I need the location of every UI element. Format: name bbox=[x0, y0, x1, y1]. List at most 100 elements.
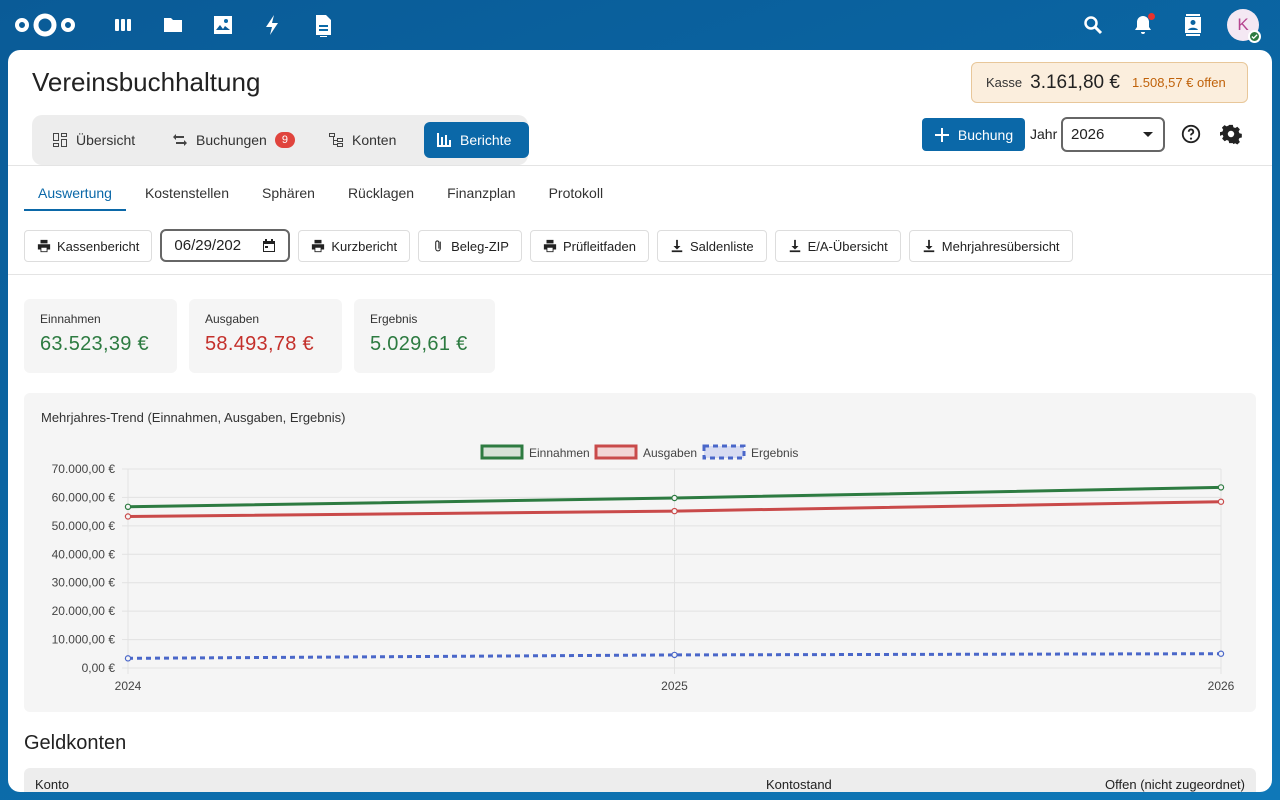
income-value: 63.523,39 € bbox=[40, 333, 149, 355]
report-toolbar: Kassenbericht 06/29/202 Kurzbericht Bele… bbox=[24, 229, 1081, 262]
x-tick-label: 2026 bbox=[1208, 679, 1235, 693]
audit-guide-button[interactable]: Prüfleitfaden bbox=[529, 230, 649, 262]
avatar-initial: K bbox=[1237, 15, 1249, 34]
legend-label-einnahmen: Einnahmen bbox=[529, 446, 590, 460]
receipt-zip-button[interactable]: Beleg-ZIP bbox=[418, 230, 522, 262]
settings-gear-icon[interactable] bbox=[1220, 123, 1242, 145]
header-divider bbox=[8, 165, 1272, 166]
tab-buchungen[interactable]: Buchungen 9 bbox=[160, 122, 307, 158]
money-accounts-table-header: Konto Kontostand Offen (nicht zugeordnet… bbox=[24, 768, 1256, 792]
short-report-button[interactable]: Kurzbericht bbox=[298, 230, 411, 262]
subtab-protokoll[interactable]: Protokoll bbox=[535, 174, 617, 211]
column-header-account[interactable]: Konto bbox=[35, 777, 69, 792]
y-tick-label: 40.000,00 € bbox=[52, 547, 116, 561]
y-tick-label: 10.000,00 € bbox=[52, 633, 116, 647]
online-status-icon bbox=[1248, 30, 1261, 43]
column-header-balance[interactable]: Kontostand bbox=[766, 777, 832, 792]
x-tick-label: 2025 bbox=[661, 679, 688, 693]
notifications-bell-icon[interactable] bbox=[1131, 13, 1155, 37]
money-accounts-title: Geldkonten bbox=[24, 732, 127, 754]
tab-label: Konten bbox=[352, 132, 397, 148]
legend-label-ausgaben: Ausgaben bbox=[643, 446, 697, 460]
income-card: Einnahmen 63.523,39 € bbox=[24, 299, 177, 373]
paperclip-icon bbox=[435, 240, 441, 252]
swap-icon bbox=[173, 134, 187, 146]
multi-year-overview-label: Mehrjahresübersicht bbox=[941, 238, 1060, 254]
subtab-ruecklagen[interactable]: Rücklagen bbox=[334, 174, 428, 211]
result-card: Ergebnis 5.029,61 € bbox=[354, 299, 495, 373]
plus-icon bbox=[934, 127, 949, 142]
balance-list-label: Saldenliste bbox=[689, 238, 754, 254]
y-tick-label: 60.000,00 € bbox=[52, 490, 116, 504]
dashboard-icon[interactable] bbox=[111, 13, 135, 37]
y-tick-label: 70.000,00 € bbox=[52, 462, 116, 476]
subtab-sphaeren[interactable]: Sphären bbox=[248, 174, 329, 211]
main-panel: Vereinsbuchhaltung Kasse 3.161,80 € 1.50… bbox=[8, 50, 1272, 792]
top-bar: K bbox=[0, 0, 1280, 50]
subtab-finanzplan[interactable]: Finanzplan bbox=[433, 174, 530, 211]
tab-label: Übersicht bbox=[76, 132, 136, 148]
balance-list-button[interactable]: Saldenliste bbox=[656, 230, 767, 262]
notes-icon[interactable] bbox=[311, 13, 335, 38]
trend-line-chart: 0,00 € 10.000,00 € 20.000,00 € 30.000,00 € 4… bbox=[52, 444, 1235, 693]
nextcloud-logo-icon[interactable] bbox=[14, 12, 76, 38]
tab-uebersicht[interactable]: Übersicht bbox=[40, 122, 147, 158]
contacts-icon[interactable] bbox=[1181, 13, 1205, 37]
new-booking-button[interactable]: Buchung bbox=[922, 118, 1025, 151]
data-point-ausgaben bbox=[124, 513, 132, 520]
notification-dot bbox=[1148, 13, 1155, 20]
help-icon[interactable] bbox=[1180, 123, 1202, 145]
legend-label-ergebnis: Ergebnis bbox=[751, 446, 798, 460]
column-header-open[interactable]: Offen (nicht zugeordnet) bbox=[1105, 777, 1245, 792]
toolbar-divider bbox=[8, 274, 1272, 275]
expense-value: 58.493,78 € bbox=[205, 333, 314, 355]
income-label: Einnahmen bbox=[40, 312, 101, 326]
tab-konten[interactable]: Konten bbox=[316, 122, 408, 158]
cash-label: Kasse bbox=[986, 75, 1023, 90]
report-subtabs: Auswertung Kostenstellen Sphären Rücklag… bbox=[24, 174, 622, 211]
data-point-ergebnis bbox=[124, 655, 132, 662]
income-expense-overview-button[interactable]: E/A-Übersicht bbox=[774, 230, 901, 262]
multi-year-overview-button[interactable]: Mehrjahresübersicht bbox=[908, 230, 1073, 262]
cash-open-value: 1.508,57 € offen bbox=[1131, 75, 1226, 90]
photos-icon[interactable] bbox=[211, 13, 235, 37]
report-date-value: 06/29/202 bbox=[174, 237, 242, 254]
bar-chart-icon bbox=[437, 133, 451, 147]
data-point-ergebnis bbox=[1217, 650, 1225, 657]
cash-balance-box: Kasse 3.161,80 € 1.508,57 € offen bbox=[971, 62, 1248, 103]
summary-cards: Einnahmen 63.523,39 € Ausgaben 58.493,78… bbox=[24, 299, 507, 373]
audit-guide-label: Prüfleitfaden bbox=[562, 238, 636, 254]
cash-report-button[interactable]: Kassenbericht bbox=[24, 230, 153, 262]
files-icon[interactable] bbox=[161, 13, 185, 37]
y-tick-label: 50.000,00 € bbox=[52, 519, 116, 533]
data-point-einnahmen bbox=[671, 494, 678, 502]
user-avatar[interactable]: K bbox=[1227, 9, 1261, 43]
year-label: Jahr bbox=[1030, 126, 1058, 142]
search-icon[interactable] bbox=[1081, 13, 1105, 37]
subtab-kostenstellen[interactable]: Kostenstellen bbox=[131, 174, 243, 211]
calendar-icon[interactable] bbox=[262, 239, 276, 253]
y-tick-label: 20.000,00 € bbox=[52, 604, 116, 618]
result-label: Ergebnis bbox=[370, 312, 418, 326]
year-select-value: 2026 bbox=[1071, 126, 1105, 143]
grid-icon bbox=[53, 133, 67, 147]
legend-swatch-ergebnis bbox=[702, 444, 746, 460]
download-icon bbox=[671, 239, 683, 253]
legend-swatch-ausgaben bbox=[594, 444, 638, 460]
data-point-einnahmen bbox=[124, 503, 132, 511]
subtab-auswertung[interactable]: Auswertung bbox=[24, 174, 126, 211]
cash-report-label: Kassenbericht bbox=[57, 238, 140, 254]
tab-label: Berichte bbox=[460, 132, 512, 148]
cash-value: 3.161,80 € bbox=[1030, 71, 1120, 93]
trend-chart-container: Mehrjahres-Trend (Einnahmen, Ausgaben, E… bbox=[24, 393, 1256, 712]
accounts-icon bbox=[329, 133, 343, 147]
y-tick-label: 0,00 € bbox=[82, 661, 116, 675]
year-select[interactable]: 2026 bbox=[1061, 117, 1165, 152]
data-point-ergebnis bbox=[671, 651, 678, 659]
printer-icon bbox=[37, 239, 51, 253]
tab-berichte[interactable]: Berichte bbox=[424, 122, 529, 158]
activity-icon[interactable] bbox=[261, 13, 285, 37]
data-point-einnahmen bbox=[1217, 484, 1225, 491]
report-date-input[interactable]: 06/29/202 bbox=[160, 229, 291, 262]
new-booking-label: Buchung bbox=[957, 126, 1014, 143]
